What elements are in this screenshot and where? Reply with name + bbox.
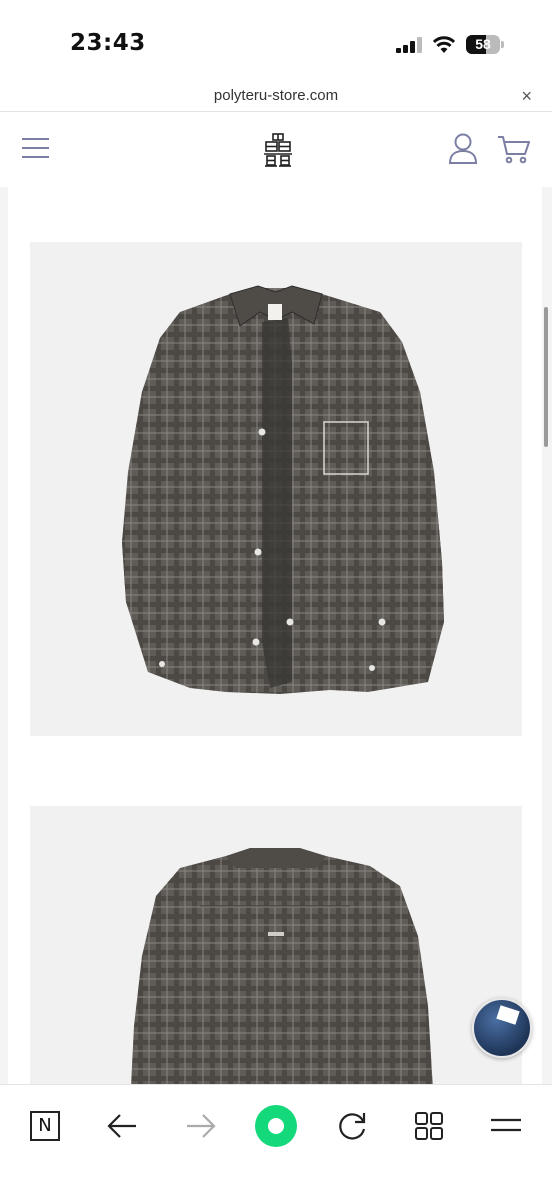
signal-icon xyxy=(396,37,422,53)
wifi-icon xyxy=(432,36,456,53)
menu-lines-icon[interactable] xyxy=(483,1103,529,1149)
home-green-icon[interactable] xyxy=(253,1103,299,1149)
naver-n-button[interactable]: N xyxy=(22,1103,68,1149)
cart-icon[interactable] xyxy=(497,135,531,165)
scrollbar[interactable] xyxy=(544,307,548,447)
product-gallery[interactable] xyxy=(0,187,552,1084)
browser-toolbar: N xyxy=(0,1084,552,1200)
site-header xyxy=(0,113,552,187)
battery-icon: 58 xyxy=(466,35,504,54)
gallery-inner xyxy=(8,187,542,1084)
product-image-back[interactable] xyxy=(30,806,522,1084)
forward-arrow-icon[interactable] xyxy=(177,1103,223,1149)
product-image-front[interactable] xyxy=(30,242,522,736)
tabs-grid-icon[interactable] xyxy=(406,1103,452,1149)
account-icon[interactable] xyxy=(448,133,478,165)
chat-avatar[interactable] xyxy=(472,998,532,1058)
checked-shirt-back-photo xyxy=(131,848,433,1084)
home-indicator xyxy=(186,1186,366,1191)
brand-logo[interactable] xyxy=(263,133,293,167)
close-icon[interactable]: × xyxy=(521,86,532,107)
status-time: 23:43 xyxy=(70,30,146,56)
n-label: N xyxy=(30,1111,60,1141)
reload-icon[interactable] xyxy=(329,1103,375,1149)
address-bar[interactable]: polyteru-store.com × xyxy=(0,84,552,112)
menu-icon[interactable] xyxy=(22,138,49,158)
back-arrow-icon[interactable] xyxy=(100,1103,146,1149)
battery-level: 58 xyxy=(475,36,491,52)
url-text[interactable]: polyteru-store.com xyxy=(0,87,552,104)
status-bar: 23:43 58 xyxy=(0,0,552,84)
checked-shirt-front-photo xyxy=(122,285,444,694)
